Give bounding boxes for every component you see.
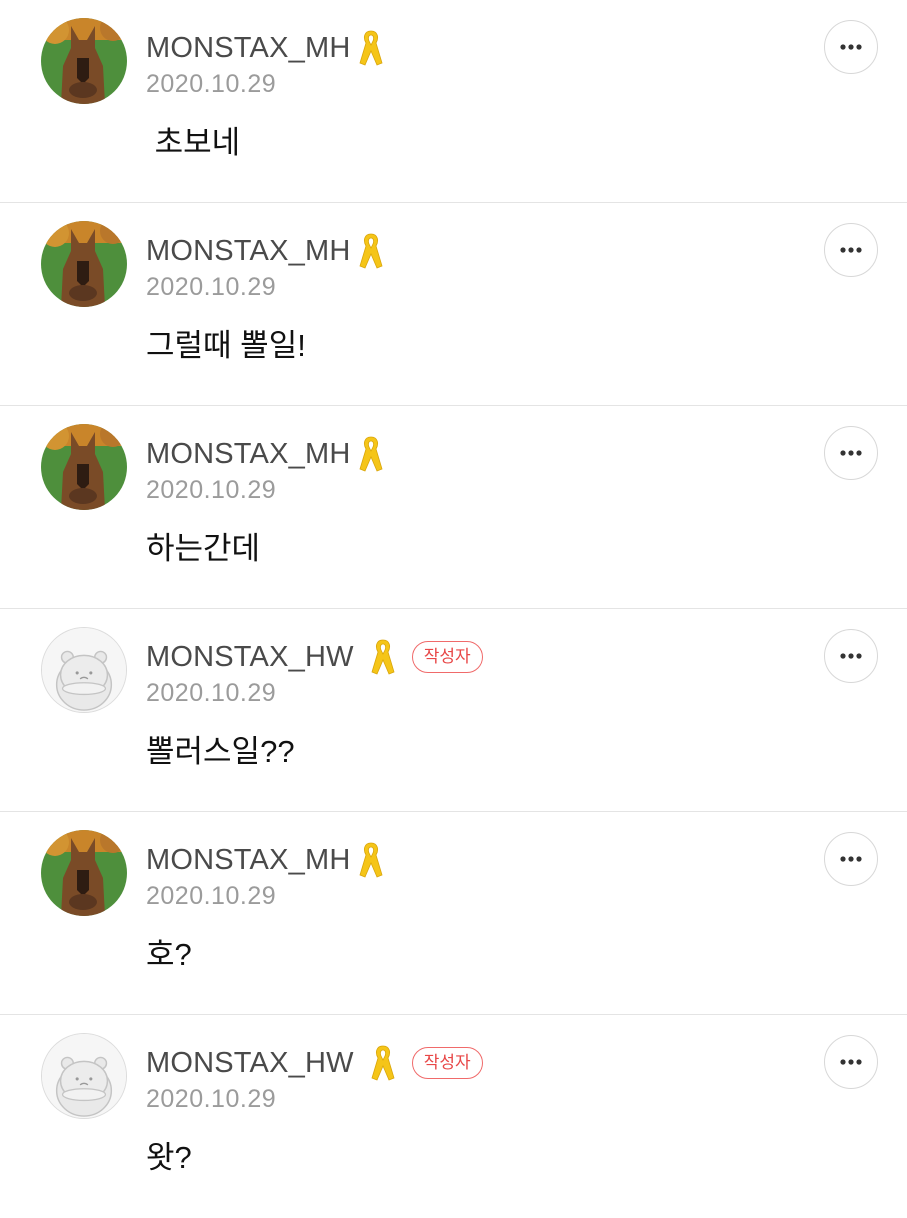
comment-text: 뽈러스일?? <box>146 734 295 769</box>
more-options-button[interactable] <box>824 223 878 277</box>
more-options-button[interactable] <box>824 629 878 683</box>
author-badge: 작성자 <box>411 641 483 673</box>
dog-photo-avatar[interactable] <box>41 830 127 916</box>
more-options-button[interactable] <box>824 20 878 74</box>
yellow-ribbon-icon <box>358 841 384 879</box>
yellow-ribbon-icon <box>358 435 384 473</box>
comment-text: 호? <box>146 937 192 972</box>
more-options-icon <box>840 44 862 50</box>
comment-date: 2020.10.29 <box>146 70 277 98</box>
comment-item: MONSTAX_HW 작성자 2020.10.29 왓? <box>0 1015 907 1218</box>
dog-photo-avatar[interactable] <box>41 18 127 104</box>
comment-item: MONSTAX_MH 2020.10.29 그럴때 뽈일! <box>0 203 907 406</box>
author-line: MONSTAX_HW 작성자 <box>146 1043 483 1083</box>
comment-list: MONSTAX_MH 2020.10.29 초보네 MONSTAX_MH 202… <box>0 0 907 1218</box>
dog-photo-avatar[interactable] <box>41 221 127 307</box>
comment-item: MONSTAX_MH 2020.10.29 초보네 <box>0 0 907 203</box>
author-line: MONSTAX_MH <box>146 231 384 271</box>
more-options-button[interactable] <box>824 1035 878 1089</box>
author-name[interactable]: MONSTAX_MH <box>146 32 350 65</box>
dog-photo-avatar[interactable] <box>41 424 127 510</box>
yellow-ribbon-icon <box>358 232 384 270</box>
yellow-ribbon-icon <box>370 1044 396 1082</box>
comment-date: 2020.10.29 <box>146 273 277 301</box>
comment-item: MONSTAX_HW 작성자 2020.10.29 뽈러스일?? <box>0 609 907 812</box>
more-options-icon <box>840 247 862 253</box>
comment-text: 초보네 <box>146 125 241 160</box>
author-name[interactable]: MONSTAX_MH <box>146 235 350 268</box>
yellow-ribbon-icon <box>370 638 396 676</box>
more-options-button[interactable] <box>824 832 878 886</box>
more-options-icon <box>840 450 862 456</box>
author-line: MONSTAX_MH <box>146 28 384 68</box>
more-options-icon <box>840 856 862 862</box>
more-options-icon <box>840 653 862 659</box>
author-name[interactable]: MONSTAX_MH <box>146 844 350 877</box>
comment-date: 2020.10.29 <box>146 679 277 707</box>
author-badge: 작성자 <box>411 1047 483 1079</box>
more-options-button[interactable] <box>824 426 878 480</box>
more-options-icon <box>840 1059 862 1065</box>
author-name[interactable]: MONSTAX_MH <box>146 438 350 471</box>
default-hamster-avatar[interactable] <box>41 627 127 713</box>
comment-text: 왓? <box>146 1140 192 1175</box>
comment-date: 2020.10.29 <box>146 1085 277 1113</box>
author-line: MONSTAX_HW 작성자 <box>146 637 483 677</box>
comment-date: 2020.10.29 <box>146 476 277 504</box>
author-line: MONSTAX_MH <box>146 840 384 880</box>
comment-text: 그럴때 뽈일! <box>146 328 306 363</box>
author-line: MONSTAX_MH <box>146 434 384 474</box>
default-hamster-avatar[interactable] <box>41 1033 127 1119</box>
comment-text: 하는간데 <box>146 531 261 566</box>
yellow-ribbon-icon <box>358 29 384 67</box>
author-name[interactable]: MONSTAX_HW <box>146 641 354 674</box>
comment-item: MONSTAX_MH 2020.10.29 하는간데 <box>0 406 907 609</box>
comment-date: 2020.10.29 <box>146 882 277 910</box>
comment-item: MONSTAX_MH 2020.10.29 호? <box>0 812 907 1015</box>
author-name[interactable]: MONSTAX_HW <box>146 1047 354 1080</box>
